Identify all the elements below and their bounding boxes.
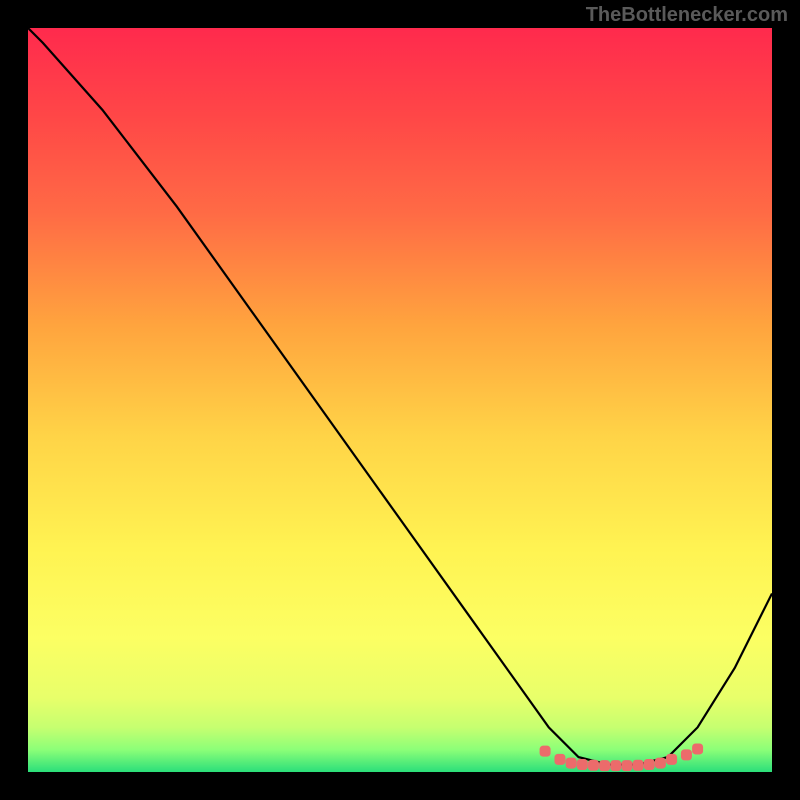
chart-marker-point: [566, 758, 577, 769]
chart-marker-point: [655, 758, 666, 769]
chart-marker-point: [588, 760, 599, 771]
chart-marker-point: [666, 754, 677, 765]
chart-marker-point: [577, 759, 588, 770]
chart-marker-point: [633, 760, 644, 771]
chart-marker-point: [692, 743, 703, 754]
chart-background: [28, 28, 772, 772]
chart-marker-point: [644, 759, 655, 770]
chart-svg: [28, 28, 772, 772]
chart-marker-point: [681, 749, 692, 760]
chart-marker-point: [610, 760, 621, 771]
chart-marker-point: [540, 746, 551, 757]
chart-marker-point: [621, 760, 632, 771]
watermark-text: TheBottlenecker.com: [586, 4, 788, 27]
chart-marker-point: [599, 760, 610, 771]
chart-plot-area: [28, 28, 772, 772]
chart-marker-point: [554, 754, 565, 765]
